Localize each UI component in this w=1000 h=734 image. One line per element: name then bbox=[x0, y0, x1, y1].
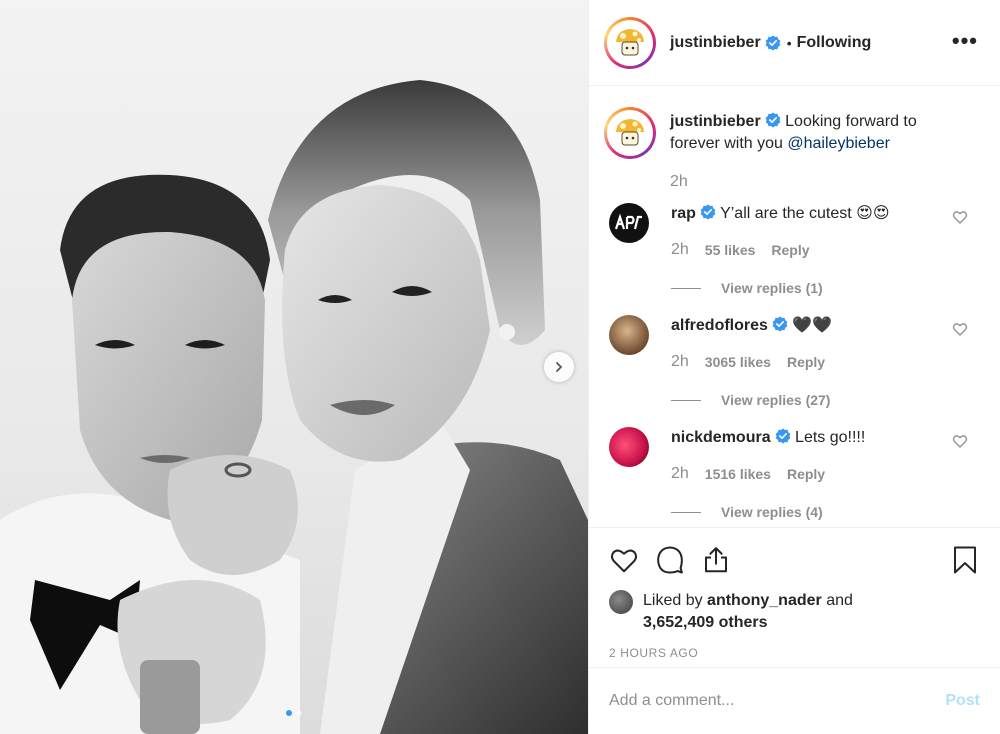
comment-reply-button[interactable]: Reply bbox=[787, 463, 825, 485]
add-comment-bar: Post bbox=[589, 667, 1000, 734]
liker-avatar[interactable] bbox=[609, 590, 633, 614]
replies-divider bbox=[671, 511, 701, 513]
header-separator: • bbox=[786, 34, 792, 51]
post-actions: Liked by anthony_nader and 3,652,409 oth… bbox=[589, 527, 1000, 660]
caption-username[interactable]: justinbieber bbox=[670, 113, 761, 130]
post-header: justinbieber • Following ••• bbox=[589, 0, 1000, 86]
liked-by-user-link[interactable]: anthony_nader bbox=[707, 592, 822, 609]
comment-username[interactable]: alfredoflores bbox=[671, 317, 768, 334]
verified-badge-icon bbox=[700, 204, 716, 220]
bookmark-icon bbox=[954, 546, 976, 574]
caption-avatar[interactable] bbox=[604, 107, 656, 159]
action-icon-bar bbox=[609, 542, 980, 578]
comment-likes-link[interactable]: 1516 likes bbox=[705, 463, 771, 485]
liked-by-prefix: Liked by bbox=[643, 592, 703, 609]
caption-mention-link[interactable]: @haileybieber bbox=[787, 135, 890, 152]
comment-reply-button[interactable]: Reply bbox=[771, 239, 809, 261]
caption-time[interactable]: 2h bbox=[670, 171, 970, 193]
comment-time[interactable]: 2h bbox=[671, 239, 689, 261]
post-side-panel: justinbieber • Following ••• justinbiebe… bbox=[588, 0, 1000, 734]
share-icon bbox=[705, 547, 727, 573]
verified-badge-icon bbox=[765, 35, 780, 50]
comment-item: alfredoflores 🖤🖤 2h 3065 likes Reply Vie… bbox=[589, 315, 1000, 411]
comment-time[interactable]: 2h bbox=[671, 463, 689, 485]
post-caption: justinbieber Looking forward to forever … bbox=[589, 107, 1000, 193]
comment-meta: 2h 55 likes Reply bbox=[671, 239, 961, 261]
comment-likes-link[interactable]: 3065 likes bbox=[705, 351, 771, 373]
mushroom-avatar-icon bbox=[616, 28, 644, 55]
comment-emoji: 🖤🖤 bbox=[792, 317, 833, 334]
view-replies-button[interactable]: View replies (4) bbox=[671, 501, 961, 523]
commenter-avatar[interactable] bbox=[609, 203, 649, 243]
comment-body: rap Y’all are the cutest 😍😍 2h 55 likes … bbox=[671, 203, 961, 299]
following-button[interactable]: Following bbox=[797, 34, 872, 52]
comment-reply-button[interactable]: Reply bbox=[787, 351, 825, 373]
comment-likes-link[interactable]: 55 likes bbox=[705, 239, 756, 261]
comment-like-heart-icon[interactable] bbox=[952, 209, 968, 225]
instagram-post: justinbieber • Following ••• justinbiebe… bbox=[0, 0, 1000, 734]
more-options-button[interactable]: ••• bbox=[952, 28, 978, 54]
comment-meta: 2h 3065 likes Reply bbox=[671, 351, 961, 373]
verified-badge-icon bbox=[765, 112, 780, 128]
comments-list[interactable]: justinbieber Looking forward to forever … bbox=[589, 87, 1000, 526]
view-replies-label: View replies (27) bbox=[721, 392, 831, 408]
post-timestamp[interactable]: 2 HOURS AGO bbox=[609, 646, 980, 660]
view-replies-label: View replies (4) bbox=[721, 504, 823, 520]
comment-like-heart-icon[interactable] bbox=[952, 321, 968, 337]
share-button[interactable] bbox=[701, 545, 731, 575]
carousel-indicator bbox=[0, 710, 588, 716]
carousel-dot bbox=[296, 710, 302, 716]
comment-icon bbox=[657, 546, 683, 574]
comment-meta: 2h 1516 likes Reply bbox=[671, 463, 961, 485]
comment-emoji: 😍😍 bbox=[856, 205, 890, 222]
post-comment-button[interactable]: Post bbox=[945, 692, 980, 710]
carousel-dot-active bbox=[286, 710, 292, 716]
view-replies-button[interactable]: View replies (27) bbox=[671, 389, 961, 411]
caption-body: justinbieber Looking forward to forever … bbox=[670, 107, 970, 193]
comment-username[interactable]: nickdemoura bbox=[671, 429, 771, 446]
save-button[interactable] bbox=[950, 545, 980, 575]
comment-body: alfredoflores 🖤🖤 2h 3065 likes Reply Vie… bbox=[671, 315, 961, 411]
liked-by-row: Liked by anthony_nader and 3,652,409 oth… bbox=[609, 590, 980, 634]
comment-like-heart-icon[interactable] bbox=[952, 433, 968, 449]
comment-body: nickdemoura Lets go!!!! 2h 1516 likes Re… bbox=[671, 427, 961, 523]
verified-badge-icon bbox=[775, 428, 790, 444]
liked-by-text: Liked by anthony_nader and 3,652,409 oth… bbox=[643, 590, 853, 634]
comment-item: rap Y’all are the cutest 😍😍 2h 55 likes … bbox=[589, 203, 1000, 299]
comment-button[interactable] bbox=[655, 545, 685, 575]
likes-count-link[interactable]: 3,652,409 others bbox=[643, 614, 768, 631]
verified-badge-icon bbox=[772, 316, 788, 332]
carousel-next-button[interactable] bbox=[544, 352, 574, 382]
comment-username[interactable]: rap bbox=[671, 205, 696, 222]
header-username[interactable]: justinbieber bbox=[670, 34, 761, 52]
liked-by-joiner: and bbox=[826, 592, 853, 609]
couple-photo-illustration bbox=[0, 80, 588, 734]
view-replies-label: View replies (1) bbox=[721, 280, 823, 296]
rap-logo-icon bbox=[614, 213, 642, 230]
commenter-avatar[interactable] bbox=[609, 315, 649, 355]
post-photo[interactable] bbox=[0, 0, 588, 734]
mushroom-avatar-icon bbox=[616, 119, 644, 146]
comment-input[interactable] bbox=[609, 692, 946, 710]
comment-text: Lets go!!!! bbox=[795, 429, 866, 446]
commenter-avatar[interactable] bbox=[609, 427, 649, 467]
comment-item: nickdemoura Lets go!!!! 2h 1516 likes Re… bbox=[589, 427, 1000, 523]
comment-text: Y’all are the cutest bbox=[720, 205, 852, 222]
replies-divider bbox=[671, 399, 701, 401]
heart-icon bbox=[610, 549, 638, 573]
view-replies-button[interactable]: View replies (1) bbox=[671, 277, 961, 299]
author-avatar[interactable] bbox=[604, 16, 656, 69]
chevron-right-icon bbox=[556, 362, 563, 372]
like-button[interactable] bbox=[609, 545, 639, 575]
replies-divider bbox=[671, 287, 701, 289]
comment-time[interactable]: 2h bbox=[671, 351, 689, 373]
